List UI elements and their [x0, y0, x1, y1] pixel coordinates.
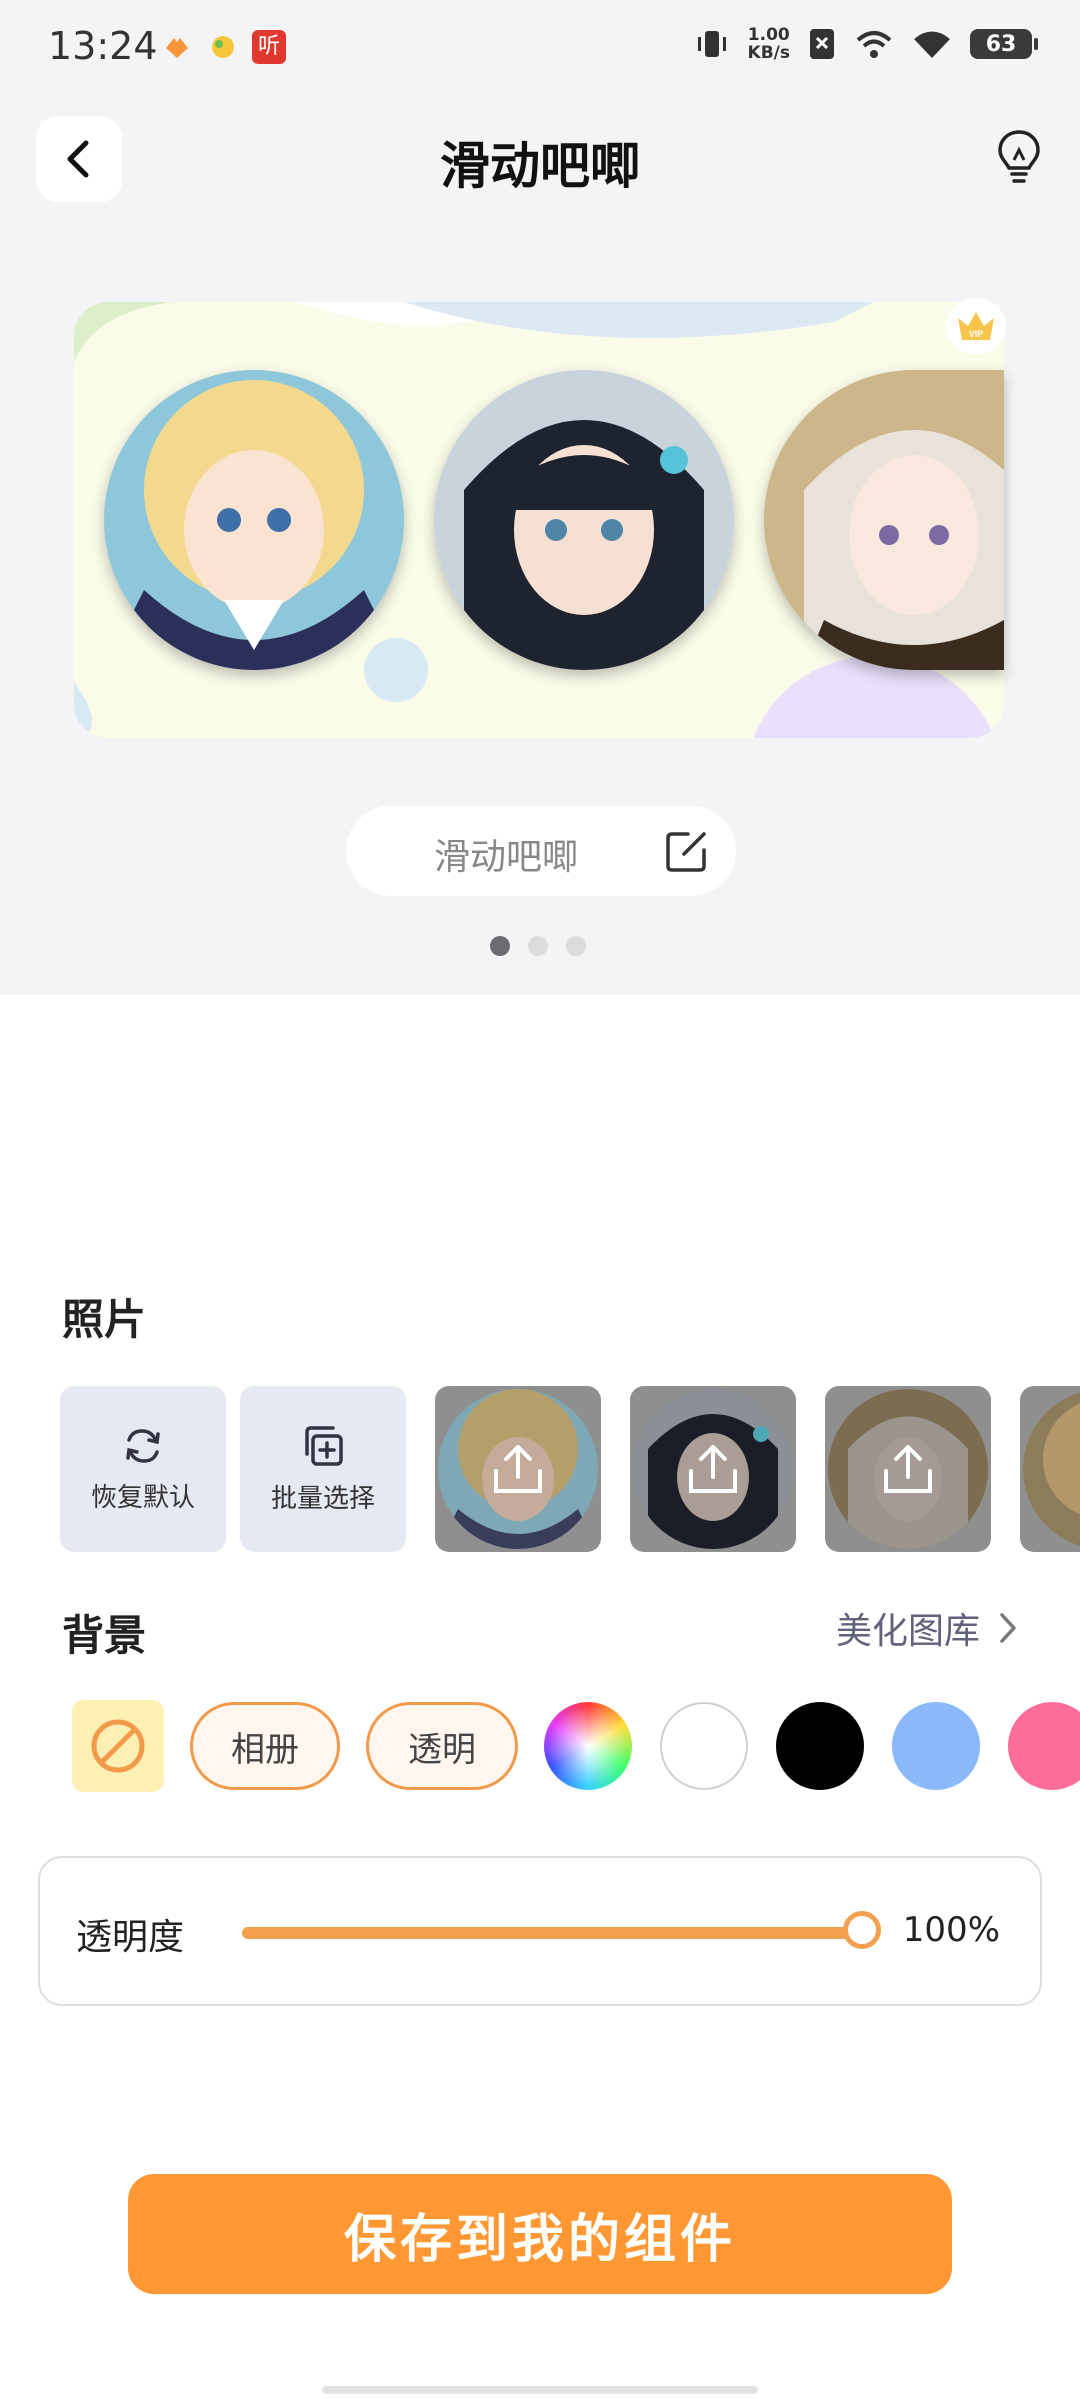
swatch-white[interactable] — [660, 1702, 748, 1790]
batch-select-label: 批量选择 — [270, 1483, 375, 1514]
widget-name-field[interactable]: 滑动吧唧 — [346, 806, 736, 896]
opacity-slider-fill — [242, 1927, 862, 1939]
opacity-label: 透明度 — [76, 1917, 185, 1958]
vip-crown-icon: VIP — [958, 312, 994, 340]
beautify-gallery-label: 美化图库 — [835, 1611, 980, 1652]
background-section-title: 背景 — [62, 1611, 147, 1660]
page-dot-3[interactable] — [566, 936, 586, 956]
opacity-slider[interactable] — [242, 1911, 881, 1949]
photo-thumb-4 — [1023, 1389, 1080, 1549]
beautify-gallery-link[interactable]: 美化图库 — [836, 1602, 1018, 1654]
reset-default-label: 恢复默认 — [90, 1482, 195, 1513]
page-dot-2[interactable] — [528, 936, 548, 956]
color-picker-swatch[interactable] — [544, 1702, 632, 1790]
swatch-blue[interactable] — [892, 1702, 980, 1790]
heart-app-icon — [166, 38, 188, 58]
lightbulb-icon[interactable] — [994, 128, 1044, 188]
vip-badge: VIP — [946, 298, 1006, 354]
multi-add-icon — [305, 1425, 343, 1466]
sim-off-icon — [810, 29, 834, 59]
opacity-slider-thumb[interactable] — [843, 1911, 881, 1949]
upload-icon — [884, 1445, 932, 1493]
preview-avatar-1 — [104, 370, 404, 670]
edit-icon[interactable] — [664, 828, 710, 874]
photos-section-title: 照片 — [62, 1295, 147, 1344]
status-time: 13:24 — [48, 24, 158, 68]
photo-slot-2[interactable] — [630, 1386, 796, 1552]
preview-avatar-2 — [434, 370, 734, 670]
page-indicator — [490, 936, 586, 956]
battery-icon: 63 — [970, 29, 1038, 59]
bg-transparent-option[interactable]: 透明 — [366, 1702, 518, 1790]
opacity-value: 100% — [902, 1910, 1000, 1950]
photo-slot-4[interactable] — [1020, 1386, 1080, 1552]
swatch-black[interactable] — [776, 1702, 864, 1790]
photo-slot-1[interactable] — [435, 1386, 601, 1552]
save-to-my-widgets-button[interactable]: 保存到我的组件 — [128, 2174, 952, 2294]
swatch-pink[interactable] — [1008, 1702, 1080, 1790]
reset-default-button[interactable]: 恢复默认 — [60, 1386, 226, 1552]
page-title: 滑动吧唧 — [440, 137, 640, 195]
upload-icon — [689, 1445, 737, 1493]
status-bar: 13:24 听 1.00 KB/s 63 — [0, 0, 1080, 100]
batch-select-button[interactable]: 批量选择 — [240, 1386, 406, 1552]
listen-app-icon: 听 — [252, 30, 286, 64]
svg-text:VIP: VIP — [969, 329, 984, 339]
vibrate-icon — [697, 31, 726, 57]
app-icon — [212, 36, 234, 58]
bg-album-option[interactable]: 相册 — [190, 1702, 340, 1790]
wifi-icon — [914, 31, 950, 58]
page-dot-1[interactable] — [490, 936, 510, 956]
no-background-icon — [91, 1719, 145, 1773]
photo-slot-3[interactable] — [825, 1386, 991, 1552]
upload-icon — [494, 1445, 542, 1493]
net-speed: 1.00 KB/s — [747, 25, 790, 63]
status-right: 1.00 KB/s 63 — [694, 25, 1038, 63]
home-indicator[interactable] — [322, 2386, 758, 2394]
wifi-plus-icon — [856, 31, 892, 58]
widget-name-text: 滑动吧唧 — [433, 837, 578, 878]
chevron-right-icon — [1000, 1613, 1016, 1643]
refresh-icon — [126, 1428, 160, 1463]
opacity-card: 透明度 100% — [38, 1856, 1042, 2006]
bg-none-option[interactable] — [72, 1700, 164, 1792]
